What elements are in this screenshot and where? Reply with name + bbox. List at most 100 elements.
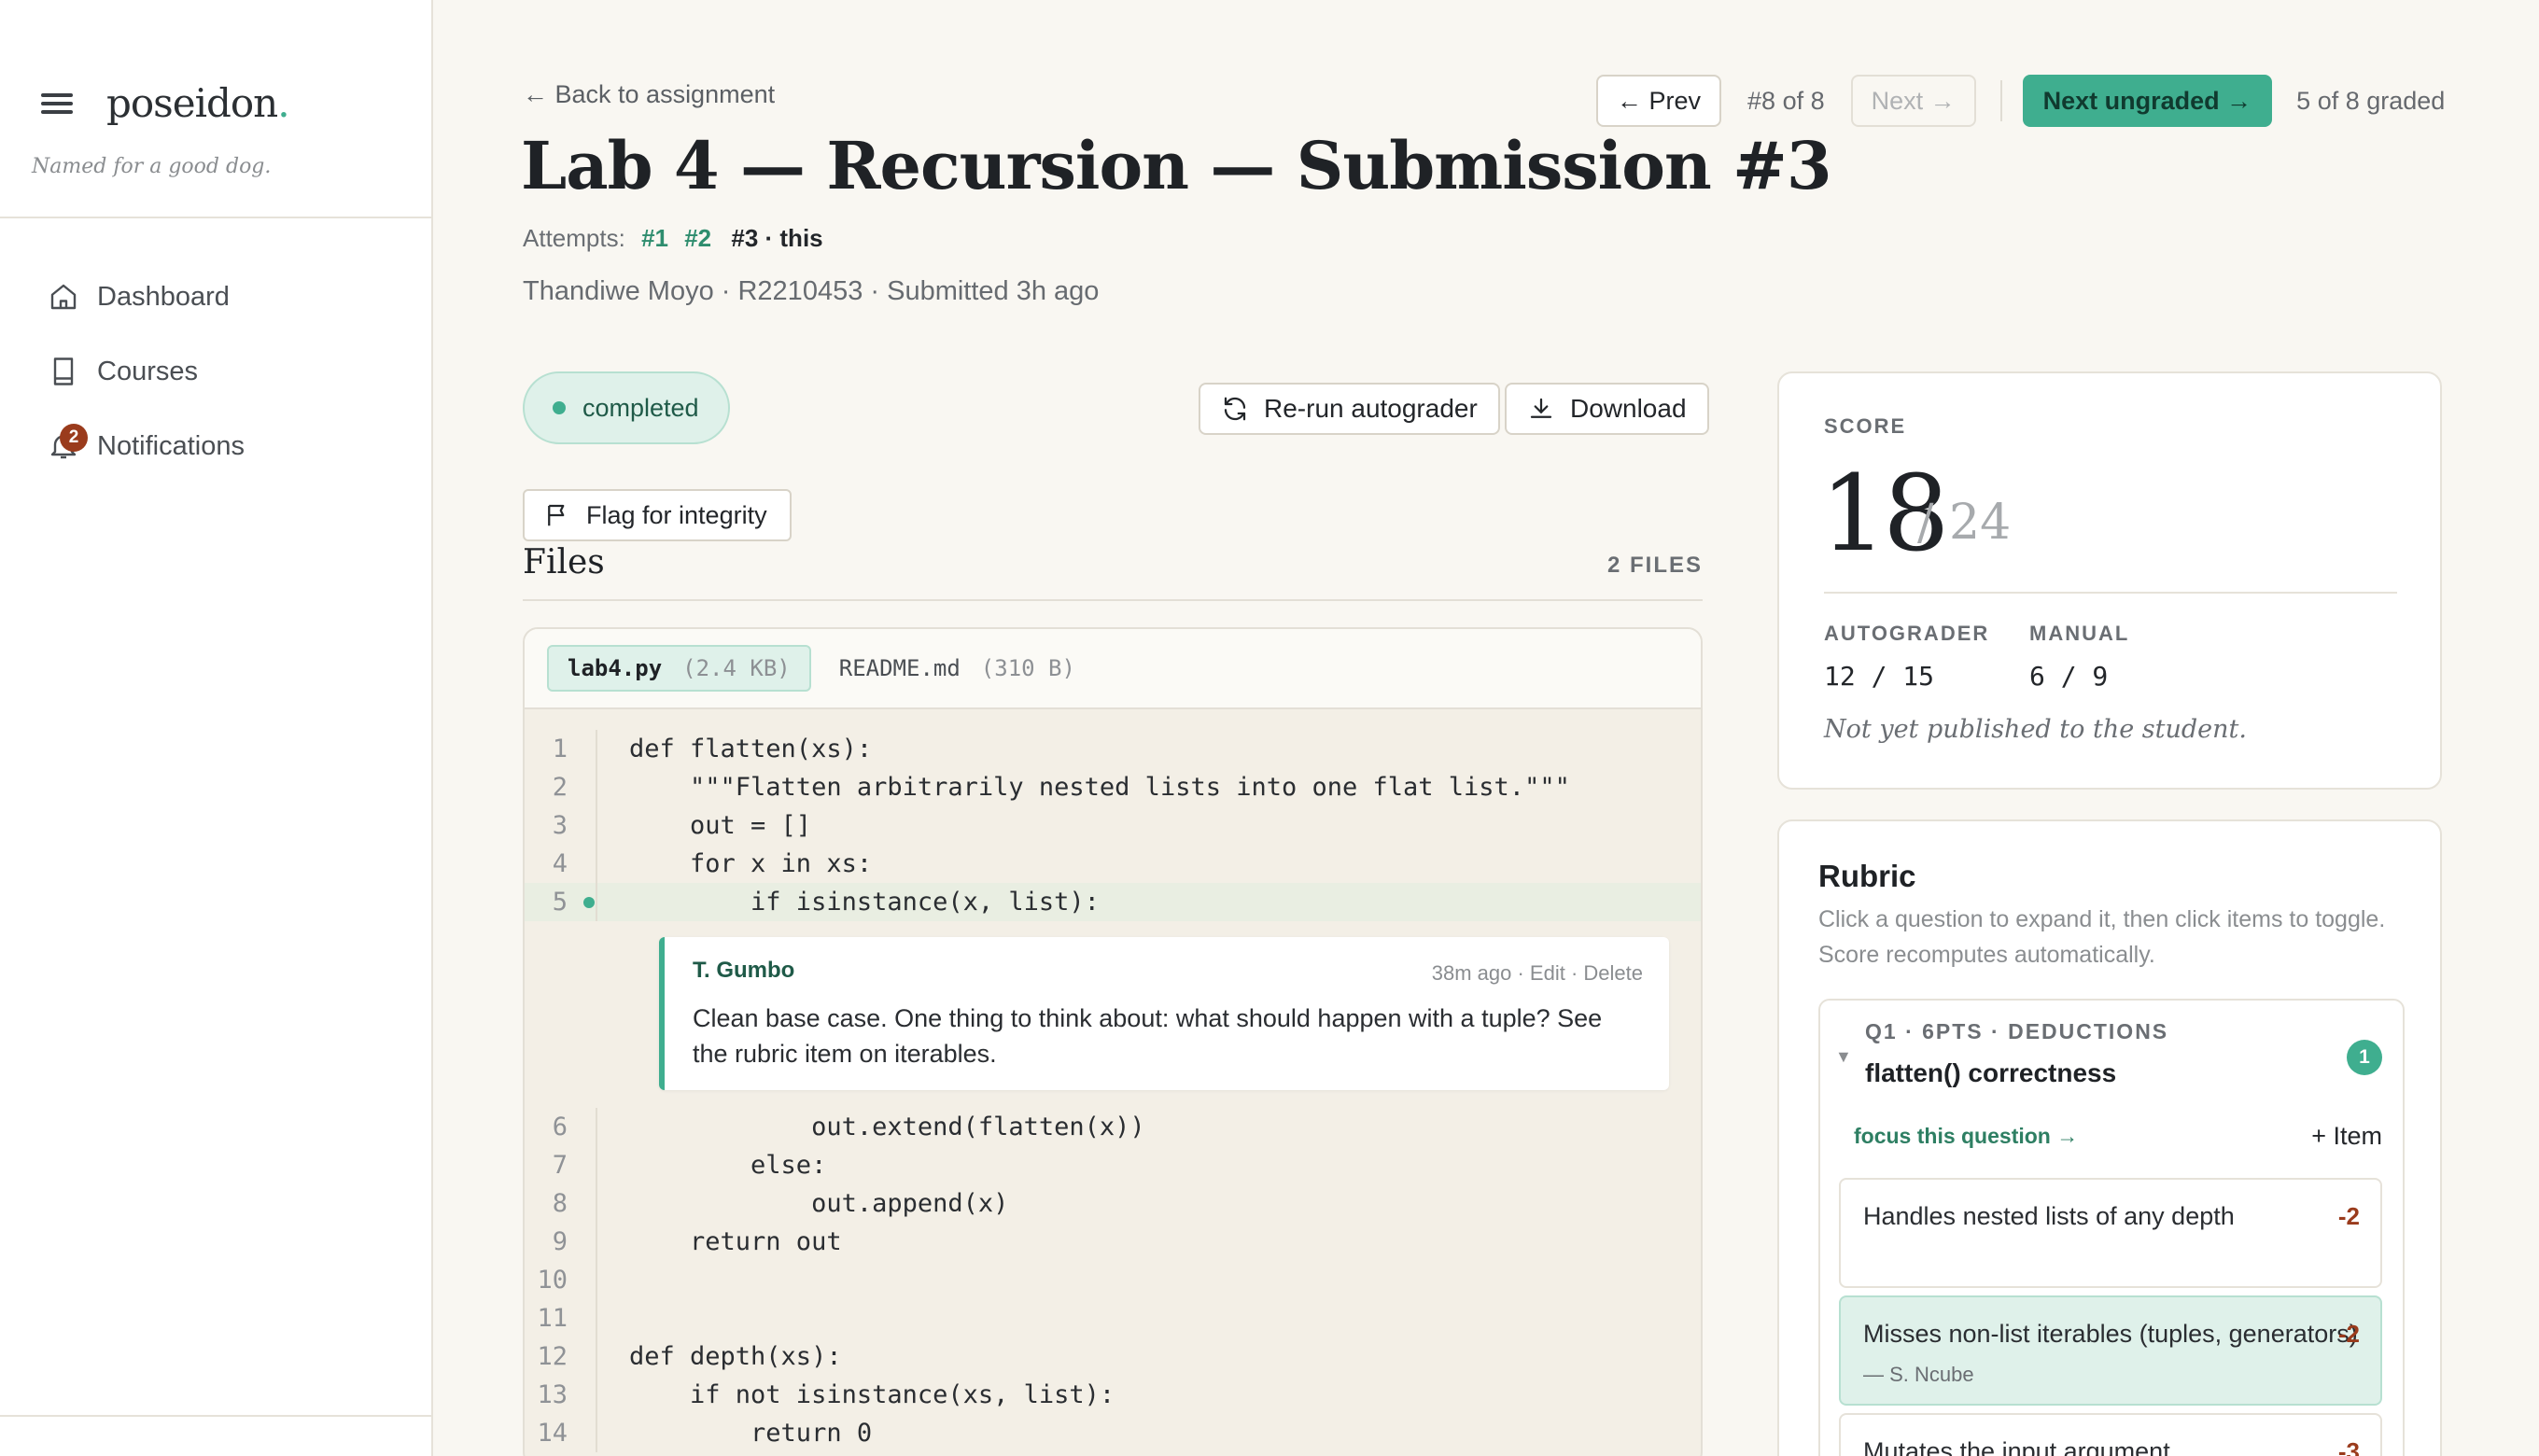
nav-divider	[1999, 80, 2002, 121]
prev-button[interactable]: ← Prev	[1596, 75, 1722, 127]
line-number: 1	[552, 735, 568, 763]
flag-integrity-button[interactable]: Flag for integrity	[523, 489, 792, 541]
sidebar-item-dashboard[interactable]: Dashboard	[47, 259, 245, 334]
score-card: SCORE 18 / 24 AUTOGRADER 12 / 15 MANUAL …	[1777, 371, 2442, 790]
comment-delete-link[interactable]: Delete	[1583, 961, 1643, 985]
line-code: for x in xs:	[629, 849, 873, 878]
line-number: 2	[552, 773, 568, 802]
code-line[interactable]: 11	[525, 1299, 1701, 1337]
line-number: 6	[552, 1113, 568, 1141]
rubric-item-points: -2	[2337, 1320, 2360, 1348]
files-header: Files 2 FILES	[523, 539, 1703, 601]
file-tab-lab4[interactable]: lab4.py (2.4 KB)	[547, 645, 811, 692]
comment-edit-link[interactable]: Edit	[1530, 961, 1565, 985]
applied-count-badge: 1	[2347, 1040, 2382, 1075]
code-line[interactable]: 7 else:	[525, 1146, 1701, 1184]
code-line[interactable]: 2 """Flatten arbitrarily nested lists in…	[525, 768, 1701, 806]
line-number: 7	[552, 1151, 568, 1180]
line-code: """Flatten arbitrarily nested lists into…	[629, 773, 1570, 802]
next-ungraded-button[interactable]: Next ungraded →	[2022, 75, 2273, 127]
files-count: 2 FILES	[1606, 553, 1703, 578]
score-divider	[1824, 592, 2397, 594]
sidebar-bottom-divider	[0, 1415, 433, 1417]
submission-position: #8 of 8	[1747, 86, 1825, 115]
rubric-item-points: -2	[2337, 1202, 2360, 1230]
download-button[interactable]: Download	[1505, 383, 1709, 435]
rubric-item-selected[interactable]: Misses non-list iterables (tuples, gener…	[1839, 1295, 2382, 1406]
comment-marker-icon[interactable]	[583, 897, 595, 908]
back-to-assignment-link[interactable]: ← Back to assignment	[523, 80, 775, 109]
code-line[interactable]: 14 return 0	[525, 1414, 1701, 1452]
file-tab-name: README.md	[838, 655, 961, 681]
line-code: return 0	[629, 1419, 873, 1448]
code-line[interactable]: 4 for x in xs:	[525, 845, 1701, 883]
brand-logo[interactable]: poseidon.	[106, 80, 290, 126]
line-number: 13	[537, 1380, 568, 1409]
rubric-item[interactable]: Handles nested lists of any depth -2	[1839, 1178, 2382, 1288]
line-number: 5	[552, 888, 568, 917]
question-name: flatten() correctness	[1865, 1058, 2117, 1087]
menu-icon[interactable]	[41, 91, 75, 116]
graded-count: 5 of 8 graded	[2296, 86, 2446, 115]
line-number: 10	[537, 1266, 568, 1295]
question-meta: Q1 · 6PTS · DEDUCTIONS	[1865, 1019, 2169, 1043]
rerun-autograder-button[interactable]: Re-run autograder	[1199, 383, 1500, 435]
brand-row: poseidon.	[41, 80, 290, 126]
refresh-icon	[1224, 397, 1246, 421]
rubric-item-author: — S. Ncube	[1863, 1363, 1974, 1386]
submission-nav: ← Prev #8 of 8 Next → Next ungraded → 5 …	[1596, 75, 2445, 127]
status-label: completed	[582, 393, 699, 422]
flag-label: Flag for integrity	[586, 500, 767, 529]
sidebar-divider	[0, 217, 433, 218]
line-code: if not isinstance(xs, list):	[629, 1380, 1115, 1409]
line-number: 8	[552, 1189, 568, 1218]
book-icon	[47, 355, 80, 388]
rubric-help: Click a question to expand it, then clic…	[1818, 906, 2386, 968]
publish-note: Not yet published to the student.	[1824, 715, 2247, 744]
file-tab-name: lab4.py	[568, 655, 663, 681]
attempt-link-2[interactable]: #2	[684, 224, 711, 252]
rerun-label: Re-run autograder	[1264, 394, 1478, 423]
code-line[interactable]: 12 def depth(xs):	[525, 1337, 1701, 1376]
code-line[interactable]: 9 return out	[525, 1223, 1701, 1261]
rubric-item[interactable]: Mutates the input argument -3	[1839, 1413, 2382, 1456]
code-line[interactable]: 13 if not isinstance(xs, list):	[525, 1376, 1701, 1414]
line-number: 3	[552, 811, 568, 840]
sidebar: poseidon. Named for a good dog. Dashboar…	[0, 0, 433, 1456]
code-line[interactable]: 1 def flatten(xs):	[525, 730, 1701, 768]
line-number: 14	[537, 1419, 568, 1448]
autograder-label: AUTOGRADER	[1824, 622, 1990, 645]
caret-down-icon[interactable]: ▼	[1835, 1047, 1852, 1067]
rubric-question[interactable]: ▼ Q1 · 6PTS · DEDUCTIONS flatten() corre…	[1818, 999, 2405, 1456]
code-line[interactable]: 3 out = []	[525, 806, 1701, 845]
sidebar-item-notifications[interactable]: 2 Notifications	[47, 409, 245, 483]
download-icon	[1530, 398, 1552, 418]
line-code: def flatten(xs):	[629, 735, 873, 763]
file-tab-size: (310 B)	[980, 655, 1075, 681]
brand-tagline: Named for a good dog.	[32, 155, 272, 178]
line-number: 12	[537, 1342, 568, 1371]
code-line-highlighted[interactable]: 5 if isinstance(x, list):	[525, 883, 1701, 921]
focus-question-link[interactable]: focus this question →	[1854, 1124, 2078, 1149]
line-code: else:	[629, 1151, 827, 1180]
rubric-card: Rubric Click a question to expand it, th…	[1777, 819, 2442, 1456]
line-code: if isinstance(x, list):	[629, 888, 1100, 917]
attempts-row: Attempts: #1 #2 #3 · this	[523, 224, 823, 253]
add-item-button[interactable]: + Item	[2311, 1122, 2382, 1151]
file-tab-readme[interactable]: README.md (310 B)	[821, 645, 1094, 692]
code-lines: 1 def flatten(xs): 2 """Flatten arbitrari…	[525, 730, 1701, 1452]
comment-time: 38m ago	[1431, 961, 1512, 985]
line-number: 11	[537, 1304, 568, 1333]
code-line[interactable]: 6 out.extend(flatten(x))	[525, 1108, 1701, 1146]
line-code: out.append(x)	[629, 1189, 1009, 1218]
rubric-item-points: -3	[2337, 1437, 2360, 1456]
notification-badge: 2	[60, 424, 88, 452]
code-line[interactable]: 10	[525, 1261, 1701, 1299]
sidebar-item-label: Notifications	[97, 430, 245, 461]
sidebar-item-courses[interactable]: Courses	[47, 334, 245, 409]
code-line[interactable]: 8 out.append(x)	[525, 1184, 1701, 1223]
rubric-item-text: Handles nested lists of any depth	[1863, 1202, 2235, 1230]
line-code: out = []	[629, 811, 812, 840]
attempt-link-1[interactable]: #1	[641, 224, 668, 252]
next-button[interactable]: Next →	[1850, 75, 1976, 127]
